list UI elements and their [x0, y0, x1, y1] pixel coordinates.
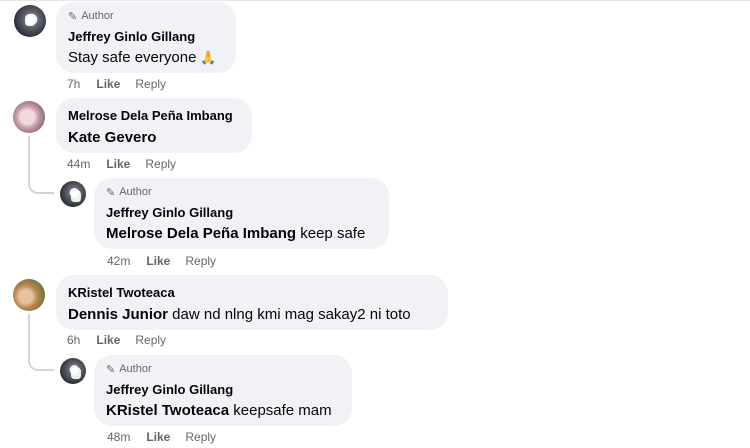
top-divider	[0, 0, 750, 1]
avatar[interactable]	[60, 358, 86, 384]
like-button[interactable]: Like	[106, 157, 130, 171]
comment-actions: 48m Like Reply	[107, 430, 216, 444]
timestamp[interactable]: 42m	[107, 254, 130, 268]
comment-bubble: ✎ Author Jeffrey Ginlo Gillang Stay safe…	[56, 2, 236, 73]
comment-text: Stay safe everyone 🙏	[68, 49, 217, 66]
comment-actions: 44m Like Reply	[67, 157, 176, 171]
thread-connector	[28, 180, 54, 194]
pencil-icon: ✎	[106, 186, 116, 199]
timestamp[interactable]: 48m	[107, 430, 130, 444]
thread-line	[28, 314, 30, 359]
comment-text: Kate Gevero	[68, 128, 240, 148]
reply-button[interactable]: Reply	[185, 430, 216, 444]
timestamp[interactable]: 44m	[67, 157, 90, 171]
comment-actions: 7h Like Reply	[67, 77, 166, 91]
comment-bubble: ✎ Author Jeffrey Ginlo Gillang Melrose D…	[94, 178, 389, 249]
avatar[interactable]	[13, 279, 45, 311]
comment-author-name[interactable]: Jeffrey Ginlo Gillang	[106, 204, 377, 221]
comment-actions: 42m Like Reply	[107, 254, 216, 268]
comment-bubble: ✎ Author Jeffrey Ginlo Gillang KRistel T…	[94, 355, 352, 426]
like-button[interactable]: Like	[96, 333, 120, 347]
mention-link[interactable]: Kate Gevero	[68, 129, 156, 146]
comment-author-name[interactable]: Jeffrey Ginlo Gillang	[68, 28, 224, 45]
comment-text: Dennis Junior daw nd nlng kmi mag sakay2…	[68, 306, 411, 323]
pencil-icon: ✎	[68, 10, 78, 23]
like-button[interactable]: Like	[96, 77, 120, 91]
mention-link[interactable]: Melrose Dela Peña Imbang	[106, 225, 296, 242]
thread-line	[28, 136, 30, 182]
comment-actions: 6h Like Reply	[67, 333, 166, 347]
comment-author-name[interactable]: Jeffrey Ginlo Gillang	[106, 381, 340, 398]
mention-link[interactable]: Dennis Junior	[68, 306, 168, 323]
timestamp[interactable]: 6h	[67, 333, 80, 347]
comment-author-name[interactable]: Melrose Dela Peña Imbang	[68, 107, 240, 124]
comment-author-name[interactable]: KRistel Twoteaca	[68, 284, 436, 301]
timestamp[interactable]: 7h	[67, 77, 80, 91]
avatar[interactable]	[13, 101, 45, 133]
comment-bubble: KRistel Twoteaca Dennis Junior daw nd nl…	[56, 275, 448, 330]
comment-text: Melrose Dela Peña Imbang keep safe	[106, 225, 366, 242]
author-badge: ✎ Author	[68, 10, 114, 23]
thread-connector	[28, 357, 54, 371]
comment-text: KRistel Twoteaca keepsafe mam	[106, 402, 332, 419]
avatar[interactable]	[14, 5, 46, 37]
reply-button[interactable]: Reply	[145, 157, 176, 171]
comment-bubble: Melrose Dela Peña Imbang Kate Gevero	[56, 98, 252, 153]
reply-button[interactable]: Reply	[135, 333, 166, 347]
reply-button[interactable]: Reply	[185, 254, 216, 268]
reply-button[interactable]: Reply	[135, 77, 166, 91]
like-button[interactable]: Like	[146, 254, 170, 268]
pencil-icon: ✎	[106, 363, 116, 376]
author-badge: ✎ Author	[106, 186, 152, 199]
folded-hands-icon: 🙏	[200, 50, 217, 65]
avatar[interactable]	[60, 181, 86, 207]
author-badge: ✎ Author	[106, 363, 152, 376]
mention-link[interactable]: KRistel Twoteaca	[106, 402, 229, 419]
like-button[interactable]: Like	[146, 430, 170, 444]
